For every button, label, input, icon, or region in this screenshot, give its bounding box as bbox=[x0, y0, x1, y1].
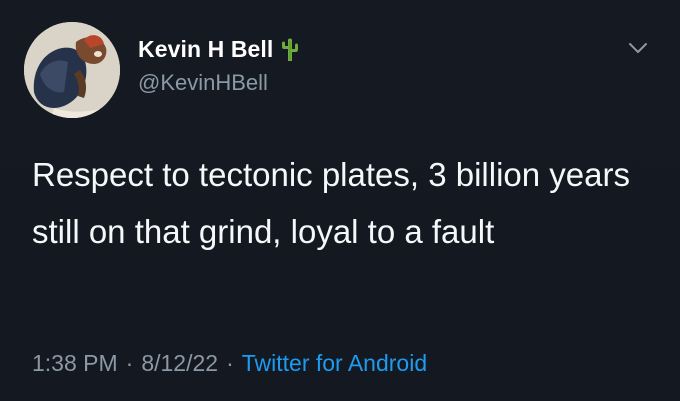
cactus-icon bbox=[279, 37, 301, 63]
tweet: Kevin H Bell @KevinHBell Respect to tect… bbox=[0, 0, 680, 401]
meta-separator: · bbox=[125, 350, 134, 376]
tweet-source-link[interactable]: Twitter for Android bbox=[242, 350, 427, 376]
tweet-text: Respect to tectonic plates, 3 billion ye… bbox=[32, 156, 630, 250]
meta-separator: · bbox=[226, 350, 234, 376]
author-handle[interactable]: @KevinHBell bbox=[138, 70, 268, 96]
author-name-row: Kevin H Bell bbox=[138, 36, 301, 63]
tweet-date[interactable]: 8/12/22 bbox=[141, 350, 218, 376]
author-display-name[interactable]: Kevin H Bell bbox=[138, 36, 273, 63]
tweet-time[interactable]: 1:38 PM bbox=[32, 350, 118, 376]
avatar-image bbox=[24, 22, 120, 118]
chevron-down-icon[interactable] bbox=[624, 36, 652, 60]
tweet-meta: 1:38 PM · 8/12/22 · Twitter for Android bbox=[32, 350, 427, 377]
avatar[interactable] bbox=[24, 22, 120, 118]
